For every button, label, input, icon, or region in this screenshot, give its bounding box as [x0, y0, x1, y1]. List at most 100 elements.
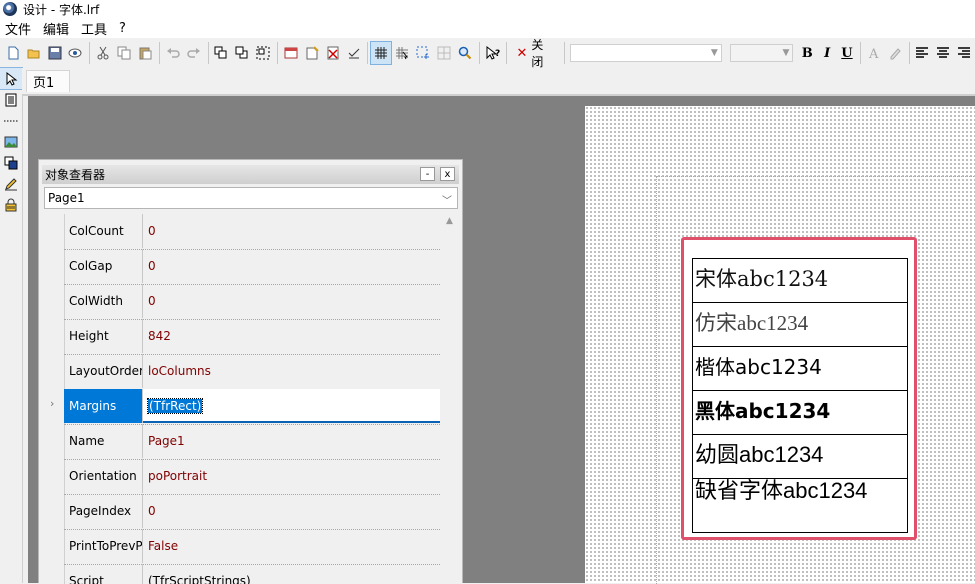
property-row[interactable]: Script (TfrScriptStrings) — [64, 564, 440, 584]
save-button[interactable] — [45, 42, 65, 64]
property-value[interactable]: poPortrait — [143, 459, 440, 493]
menu-help[interactable]: ? — [113, 21, 132, 36]
menu-tools[interactable]: 工具 — [75, 19, 113, 38]
expand-chevron-icon[interactable]: › — [50, 397, 54, 410]
toolbar-separator — [564, 42, 566, 64]
fit-grid-button[interactable] — [413, 42, 433, 64]
underline-button[interactable]: U — [837, 42, 857, 64]
text-cell-youyuan[interactable]: 幼圆abc1234 — [693, 435, 907, 479]
property-row[interactable]: PrintToPrevP False — [64, 529, 440, 565]
object-selector[interactable]: Page1 ﹀ — [44, 187, 458, 209]
align-left-button[interactable] — [913, 42, 933, 64]
text-cell-kaiti[interactable]: 楷体abc1234 — [693, 347, 907, 391]
group-button[interactable] — [253, 42, 273, 64]
property-row[interactable]: Name Page1 — [64, 424, 440, 460]
property-name: Height — [64, 319, 143, 353]
preview-button[interactable] — [66, 42, 86, 64]
scroll-up-icon[interactable]: ▲ — [446, 216, 453, 226]
open-button[interactable] — [24, 42, 44, 64]
align-center-button[interactable] — [933, 42, 953, 64]
delete-page-button[interactable] — [323, 42, 343, 64]
dotted-line-icon — [4, 120, 18, 121]
property-row[interactable]: PageIndex 0 — [64, 494, 440, 530]
property-value[interactable]: Page1 — [143, 424, 440, 458]
inspector-close-button[interactable]: x — [440, 167, 455, 181]
text-cell-songti[interactable]: 宋体abc1234 — [693, 259, 907, 303]
property-row[interactable]: ColWidth 0 — [64, 284, 440, 320]
help-button[interactable]: ? — [483, 42, 503, 64]
property-row[interactable]: Orientation poPortrait — [64, 459, 440, 495]
picture-tool[interactable] — [0, 131, 22, 152]
tab-page1[interactable]: 页1 — [26, 70, 70, 92]
cut-button[interactable] — [93, 42, 113, 64]
property-name: ColWidth — [64, 284, 143, 318]
font-name-combo[interactable]: ▼ — [570, 44, 722, 62]
align-right-button[interactable] — [954, 42, 974, 64]
highlight-button[interactable] — [885, 42, 905, 64]
menu-edit[interactable]: 编辑 — [37, 19, 75, 38]
toolbar-separator — [207, 42, 209, 64]
check-button[interactable] — [344, 42, 364, 64]
property-value-editor[interactable]: (TfrRect) — [143, 389, 440, 423]
undo-button[interactable] — [163, 42, 183, 64]
property-row[interactable]: ColGap 0 — [64, 249, 440, 285]
eye-icon — [68, 48, 82, 58]
draw-tool[interactable] — [0, 173, 22, 194]
scissors-icon — [97, 46, 109, 60]
property-row[interactable]: ColCount 0 — [64, 214, 440, 250]
text-cell-heiti[interactable]: 黑体abc1234 — [693, 391, 907, 435]
select-tool[interactable] — [0, 67, 23, 90]
toolbar-separator — [277, 42, 279, 64]
new-button[interactable] — [3, 42, 23, 64]
bold-button[interactable]: B — [797, 42, 817, 64]
property-name: PrintToPrevP — [64, 529, 143, 563]
property-value[interactable]: 842 — [143, 319, 440, 353]
redo-button[interactable] — [184, 42, 204, 64]
table-button[interactable] — [434, 42, 454, 64]
separator-tool[interactable] — [0, 110, 22, 131]
edit-button[interactable] — [302, 42, 322, 64]
menu-file[interactable]: 文件 — [0, 19, 37, 38]
property-value[interactable]: (TfrScriptStrings) — [143, 564, 440, 584]
copy-button[interactable] — [114, 42, 134, 64]
folder-open-icon — [27, 49, 40, 59]
highlighter-icon — [890, 48, 901, 60]
italic-button[interactable]: I — [817, 42, 837, 64]
align-grid-button[interactable] — [392, 42, 412, 64]
property-name: ColGap — [64, 249, 143, 283]
bring-front-button[interactable] — [212, 42, 232, 64]
property-value[interactable]: loColumns — [143, 354, 440, 388]
undo-icon — [166, 48, 180, 58]
property-name: PageIndex — [64, 494, 143, 528]
band-tool[interactable] — [0, 89, 22, 110]
inspector-title-bar[interactable]: 对象查看器 - x — [42, 165, 459, 184]
property-value[interactable]: False — [143, 529, 440, 563]
zoom-button[interactable] — [455, 42, 475, 64]
help-cursor-icon: ? — [486, 46, 500, 60]
paste-button[interactable] — [135, 42, 155, 64]
text-cell-fangsong[interactable]: 仿宋abc1234 — [693, 303, 907, 347]
property-value[interactable]: 0 — [143, 249, 440, 283]
font-color-button[interactable]: A — [864, 42, 884, 64]
property-value[interactable]: 0 — [143, 284, 440, 318]
font-sample-memo[interactable]: 宋体abc1234 仿宋abc1234 楷体abc1234 黑体abc1234 … — [692, 258, 908, 533]
property-value[interactable]: 0 — [143, 494, 440, 528]
send-back-button[interactable] — [232, 42, 252, 64]
close-button[interactable]: ✕ 关闭 — [510, 38, 561, 69]
table-icon — [437, 46, 451, 60]
grid-button[interactable] — [370, 41, 393, 65]
font-color-icon: A — [868, 47, 879, 60]
subreport-tool[interactable] — [0, 152, 22, 173]
font-size-combo[interactable]: ▼ — [729, 44, 794, 62]
property-row[interactable]: Height 842 — [64, 319, 440, 355]
property-value[interactable]: 0 — [143, 214, 440, 248]
arrow-cursor-icon — [6, 71, 18, 86]
text-cell-default[interactable]: 缺省字体abc1234 — [693, 479, 907, 531]
barcode-tool[interactable] — [0, 194, 22, 215]
property-scrollbar[interactable]: ▲ — [442, 214, 458, 584]
property-row[interactable]: LayoutOrder loColumns — [64, 354, 440, 390]
page-setup-button[interactable] — [281, 42, 301, 64]
inspector-minimize-button[interactable]: - — [420, 167, 435, 181]
property-row-selected[interactable]: Margins (TfrRect) — [64, 389, 440, 425]
property-name: Margins — [64, 389, 143, 423]
